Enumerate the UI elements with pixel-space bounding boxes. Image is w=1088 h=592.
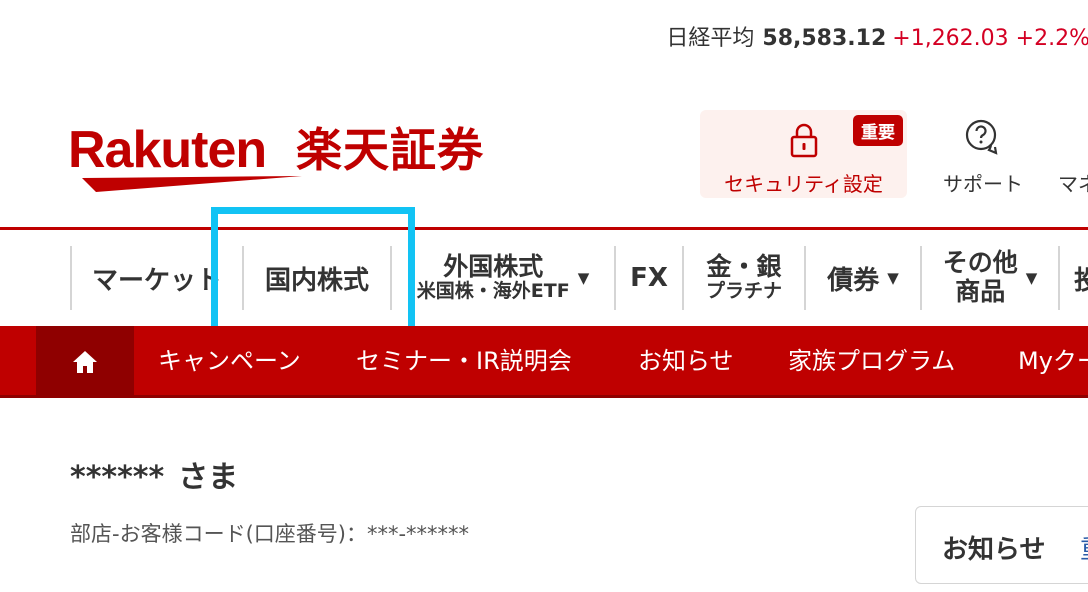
lock-icon [790,123,818,158]
customer-code: 部店-お客様コード(口座番号)：***-****** [70,522,470,546]
security-settings-button[interactable]: 重要 セキュリティ設定 [700,110,907,198]
nav-separator [1058,246,1060,310]
support-label: サポート [943,172,1023,196]
nikkei-ticker: 日経平均 58,583.12 +1,262.03 +2.2% [666,20,1088,52]
subnav-family-program[interactable]: 家族プログラム [788,326,955,398]
user-honorific: さま [178,460,239,495]
ticker-change: +1,262.03 [892,26,1009,51]
ticker-percent: +2.2% [1015,26,1088,51]
news-panel-title: お知らせ [942,535,1046,565]
chevron-down-icon: ▼ [887,269,899,287]
money-link-partial[interactable]: マネ [1058,168,1088,197]
nav-other-label: その他 [942,248,1018,278]
security-settings-label: セキュリティ設定 [724,172,883,196]
news-panel: お知らせ 重 [915,506,1088,584]
nav-fx-label: FX [630,263,668,293]
nav-other-products[interactable]: その他 商品 ▼ [922,230,1058,326]
user-greeting: ****** さま [70,452,238,496]
nav-gold-sublabel: プラチナ [705,280,782,303]
important-badge: 重要 [853,115,903,146]
nav-foreign-sublabel: 米国株・海外ETF [416,280,570,303]
subnav-my-coupon[interactable]: Myクー [1018,326,1088,398]
ticker-value: 58,583.12 [762,26,887,51]
subnav-campaign[interactable]: キャンペーン [158,326,301,398]
nav-market-label: マーケット [91,265,222,296]
subnav-news[interactable]: お知らせ [638,326,734,398]
ticker-index-name: 日経平均 [666,26,755,51]
highlight-overlay [211,207,415,334]
support-button[interactable]: サポート [935,118,1031,198]
logo-brand-text: 楽天証券 [296,123,484,177]
home-button[interactable] [36,326,134,398]
news-panel-link[interactable]: 重 [1080,529,1088,566]
support-chat-icon [965,119,998,155]
home-icon [73,351,97,373]
nav-other-sublabel: 商品 [955,277,1006,306]
main-nav: マーケット 国内株式 外国株式 米国株・海外ETF ▼ FX 金・銀 プラチナ … [0,230,1088,326]
nav-gold-label: 金・銀 [706,251,782,281]
nav-bonds-label: 債券 [827,265,880,296]
nav-next-partial[interactable]: 投 [1074,230,1088,326]
logo-wordmark: Rakuten [68,121,267,179]
logo-swoosh [82,176,302,192]
nav-next-label: 投 [1074,265,1088,296]
user-name: ****** [70,460,165,495]
nav-foreign-label: 外国株式 [443,251,544,281]
rakuten-securities-logo[interactable]: Rakuten 楽天証券 [68,120,498,192]
nav-fx[interactable]: FX [616,230,682,326]
nav-foreign-stocks[interactable]: 外国株式 米国株・海外ETF ▼ [392,230,614,326]
nav-gold-silver[interactable]: 金・銀 プラチナ [684,230,804,326]
nav-bonds[interactable]: 債券 ▼ [806,230,920,326]
sub-nav: キャンペーン セミナー・IR説明会 お知らせ 家族プログラム Myクー [0,326,1088,398]
subnav-seminar[interactable]: セミナー・IR説明会 [356,326,572,398]
chevron-down-icon: ▼ [577,269,590,287]
chevron-down-icon: ▼ [1025,269,1038,287]
